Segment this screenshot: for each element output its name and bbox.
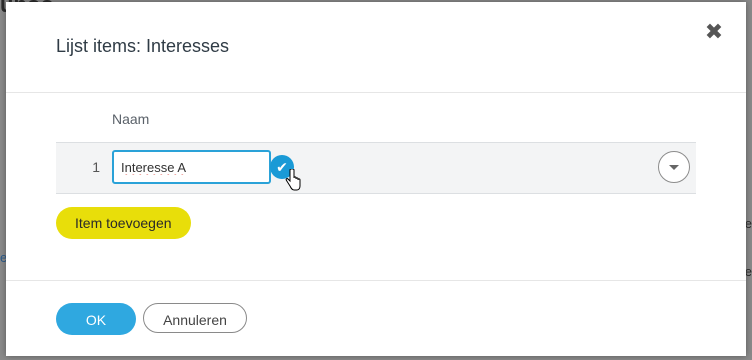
add-item-button[interactable]: Item toevoegen — [56, 207, 191, 239]
row-number: 1 — [92, 159, 100, 175]
item-name-input[interactable] — [112, 150, 271, 184]
ok-button[interactable]: OK — [56, 303, 136, 335]
dialog-footer: OK Annuleren — [6, 280, 746, 357]
hand-pointer-icon — [285, 169, 301, 191]
close-icon[interactable]: ✖ — [704, 21, 724, 43]
chevron-down-icon — [669, 165, 679, 170]
dialog-title: Lijst items: Interesses — [56, 36, 230, 56]
dialog-header: Lijst items: Interesses ✖ — [6, 2, 746, 93]
grid-header: Naam — [56, 102, 696, 142]
cancel-button[interactable]: Annuleren — [143, 303, 247, 333]
row-options-button[interactable] — [658, 151, 690, 183]
table-row: 1 ✔ — [56, 142, 696, 194]
items-grid: Naam 1 ✔ — [56, 102, 696, 194]
list-items-dialog: Lijst items: Interesses ✖ Naam 1 ✔ Item … — [6, 2, 746, 356]
column-header-name: Naam — [112, 111, 150, 127]
